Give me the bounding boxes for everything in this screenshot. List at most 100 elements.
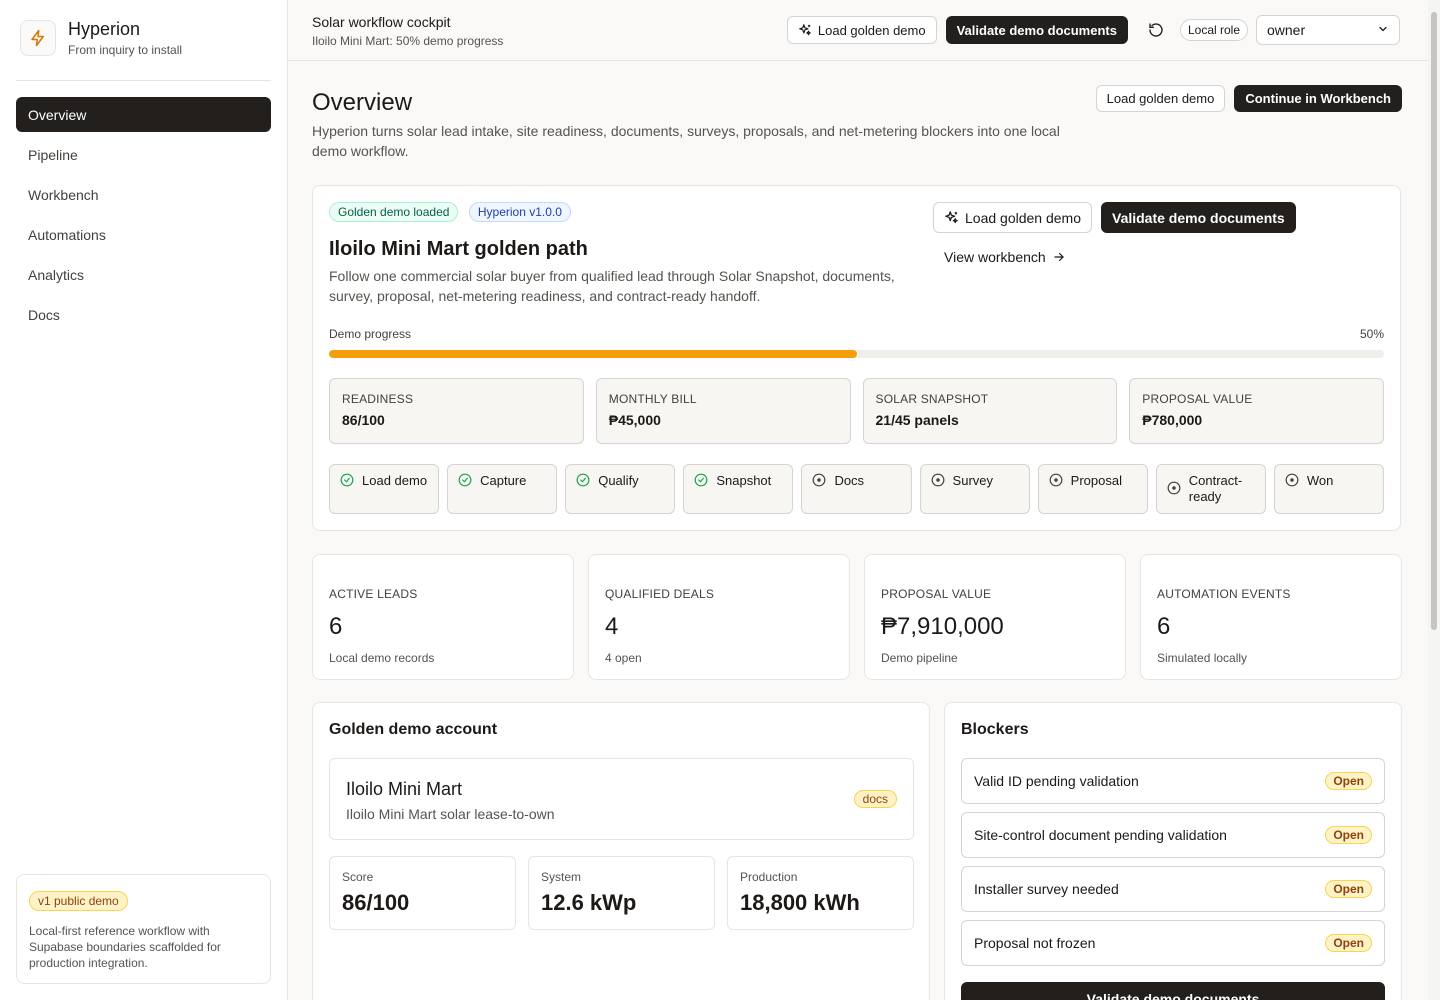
account-stat-label: Score [342, 870, 374, 884]
workflow-step[interactable]: Snapshot [683, 464, 794, 514]
stat-value: ₱780,000 [1142, 412, 1203, 428]
page-title: Overview [312, 89, 413, 116]
blocker-label: Installer survey needed [974, 881, 1119, 897]
workflow-step[interactable]: Qualify [565, 464, 676, 514]
header-load-demo-button[interactable]: Load golden demo [786, 16, 937, 44]
workflow-step[interactable]: Survey [919, 464, 1030, 514]
view-workbench-label: View workbench [944, 249, 1046, 265]
header-load-demo-label: Load golden demo [817, 22, 926, 38]
nav-item-analytics[interactable]: Analytics [16, 257, 271, 292]
role-label: Local role [1179, 19, 1248, 41]
sidebar-nav: Overview Pipeline Workbench Automations … [16, 97, 271, 337]
role-select[interactable]: owner [1256, 15, 1400, 45]
card-load-demo-button[interactable]: Load golden demo [933, 202, 1092, 233]
stat-monthly-bill: MONTHLY BILL ₱45,000 [595, 378, 851, 444]
demo-stats: READINESS 86/100 MONTHLY BILL ₱45,000 SO… [329, 378, 1384, 444]
workflow-step[interactable]: Won [1273, 464, 1384, 514]
nav-item-automations[interactable]: Automations [16, 217, 271, 252]
status-badge: Open [1325, 934, 1372, 952]
continue-workbench-button[interactable]: Continue in Workbench [1234, 85, 1402, 112]
header-validate-button[interactable]: Validate demo documents [945, 16, 1128, 44]
stat-label: READINESS [342, 392, 414, 406]
blocker-label: Valid ID pending validation [974, 773, 1139, 789]
section-title: Golden demo account [329, 721, 498, 738]
blockers-validate-button[interactable]: Validate demo documents [961, 982, 1385, 1000]
promo-text: Local-first reference workflow with Supa… [29, 924, 221, 970]
metric-qualified-deals: QUALIFIED DEALS 4 4 open [588, 554, 850, 680]
sidebar: Hyperion From inquiry to install Overvie… [0, 0, 288, 1000]
metric-value: 4 [605, 613, 619, 640]
workflow-step-label: Proposal [1070, 473, 1122, 488]
blocker-item[interactable]: Valid ID pending validation Open [961, 758, 1385, 804]
circle-dot-icon [1167, 481, 1181, 498]
status-badge: Open [1325, 880, 1372, 898]
blocker-label: Site-control document pending validation [974, 827, 1227, 843]
nav-item-workbench[interactable]: Workbench [16, 177, 271, 212]
sparkles-icon [798, 23, 812, 37]
stat-proposal-value: PROPOSAL VALUE ₱780,000 [1129, 378, 1384, 444]
version-badge: Hyperion v1.0.0 [468, 202, 571, 222]
blocker-item[interactable]: Site-control document pending validation… [961, 812, 1385, 858]
workflow-step[interactable]: Load demo [329, 464, 440, 514]
nav-item-overview[interactable]: Overview [16, 97, 271, 132]
status-badge: Open [1325, 772, 1372, 790]
role-select-value: owner [1267, 22, 1306, 38]
workflow-step-label: Load demo [362, 473, 428, 488]
account-production: Production 18,800 kWh [727, 856, 914, 930]
account-subtitle: Iloilo Mini Mart solar lease-to-own [346, 806, 555, 822]
brand-name: Hyperion [68, 19, 141, 39]
page-load-demo-button[interactable]: Load golden demo [1095, 85, 1226, 112]
section-title: Blockers [961, 721, 1029, 738]
workflow-step[interactable]: Contract-ready [1155, 464, 1266, 514]
circle-dot-icon [931, 473, 945, 490]
divider [16, 80, 271, 81]
check-circle-icon [458, 473, 472, 490]
card-load-demo-label: Load golden demo [965, 209, 1081, 226]
refresh-icon[interactable] [1142, 16, 1170, 44]
scrollbar-thumb[interactable] [1431, 12, 1437, 630]
stat-value: 21/45 panels [875, 412, 959, 428]
stat-label: PROPOSAL VALUE [1142, 392, 1253, 406]
golden-path-title: Iloilo Mini Mart golden path [329, 238, 588, 260]
page-description: Hyperion turns solar lead intake, site r… [312, 123, 1060, 159]
workflow-steps: Load demo Capture Qualify Snapshot Docs Surve… [329, 464, 1384, 514]
page-scrollbar[interactable] [1428, 0, 1440, 1000]
card-validate-button[interactable]: Validate demo documents [1101, 202, 1296, 233]
account-summary[interactable]: Iloilo Mini Mart Iloilo Mini Mart solar … [329, 758, 914, 840]
account-stat-label: System [541, 870, 582, 884]
nav-item-docs[interactable]: Docs [16, 297, 271, 332]
stat-readiness: READINESS 86/100 [329, 378, 584, 444]
sparkles-icon [944, 210, 959, 225]
bolt-icon [20, 20, 56, 56]
circle-dot-icon [1049, 473, 1063, 490]
stat-label: SOLAR SNAPSHOT [875, 392, 989, 406]
workflow-step[interactable]: Capture [447, 464, 558, 514]
nav-item-pipeline[interactable]: Pipeline [16, 137, 271, 172]
blocker-label: Proposal not frozen [974, 935, 1096, 951]
account-name: Iloilo Mini Mart [346, 779, 463, 799]
view-workbench-link[interactable]: View workbench [944, 249, 1066, 265]
metric-label: ACTIVE LEADS [329, 587, 418, 601]
brand[interactable]: Hyperion From inquiry to install [20, 18, 182, 58]
metric-value: 6 [329, 613, 343, 640]
workflow-step[interactable]: Proposal [1037, 464, 1148, 514]
status-badge: Open [1325, 826, 1372, 844]
circle-dot-icon [1285, 473, 1299, 490]
workflow-step-label: Contract-ready [1188, 473, 1243, 504]
promo-badge: v1 public demo [29, 891, 128, 911]
account-stat-value: 18,800 kWh [740, 890, 860, 915]
metric-label: AUTOMATION EVENTS [1157, 587, 1291, 601]
metric-proposal-value: PROPOSAL VALUE ₱7,910,000 Demo pipeline [864, 554, 1126, 680]
check-circle-icon [340, 473, 354, 490]
stat-value: ₱45,000 [608, 412, 661, 428]
blocker-item[interactable]: Installer survey needed Open [961, 866, 1385, 912]
account-system: System 12.6 kWp [528, 856, 715, 930]
promo-card: v1 public demo Local-first reference wor… [16, 874, 271, 984]
stage-badge: docs [853, 790, 897, 808]
workflow-step[interactable]: Docs [801, 464, 912, 514]
check-circle-icon [576, 473, 590, 490]
workflow-step-label: Snapshot [716, 473, 772, 488]
progress-label: Demo progress [329, 327, 412, 341]
metrics-row: ACTIVE LEADS 6 Local demo records QUALIF… [312, 554, 1402, 680]
blocker-item[interactable]: Proposal not frozen Open [961, 920, 1385, 966]
